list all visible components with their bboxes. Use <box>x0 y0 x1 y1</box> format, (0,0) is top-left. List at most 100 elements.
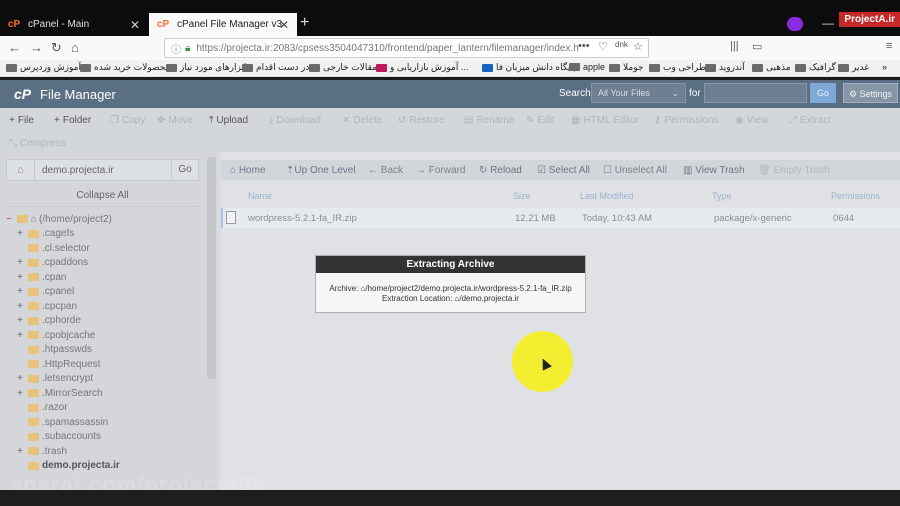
forward-arrow-icon[interactable]: → <box>30 40 43 55</box>
tree-item[interactable]: .razor <box>17 401 201 416</box>
expand-icon[interactable]: + <box>17 315 26 326</box>
home-icon[interactable]: ⌂ <box>71 40 79 55</box>
expand-icon[interactable]: + <box>17 257 26 268</box>
permissions-button[interactable]: ⚷ Permissions <box>654 115 719 126</box>
expand-icon[interactable]: + <box>17 228 26 239</box>
bookmark-item[interactable]: گرافیک <box>795 62 836 73</box>
new-file-button[interactable]: + File <box>9 115 34 126</box>
home-icon[interactable]: ⌂ <box>7 160 35 180</box>
expand-icon[interactable]: + <box>17 301 26 312</box>
expand-icon[interactable]: + <box>17 388 26 399</box>
tree-item[interactable]: .HttpRequest <box>17 357 201 372</box>
tree-item[interactable]: + .MirrorSearch <box>17 386 201 401</box>
tree-scrollbar[interactable] <box>207 157 216 379</box>
column-permissions[interactable]: Permissions <box>831 191 880 201</box>
search-go-button[interactable]: Go <box>810 83 836 103</box>
bookmark-item[interactable]: در دست اقدام <box>242 62 309 73</box>
reload-icon[interactable]: ↻ <box>51 40 62 56</box>
expand-icon[interactable]: + <box>17 272 26 283</box>
bookmark-item[interactable]: محصولات خرید شده <box>80 62 170 73</box>
more-bookmarks-icon[interactable]: » <box>882 62 887 72</box>
expand-icon[interactable]: + <box>17 330 26 341</box>
rename-button[interactable]: ▤ Rename <box>464 115 514 126</box>
view-button[interactable]: ◉ View <box>735 115 768 126</box>
bookmark-item[interactable]: مذهبی <box>752 62 791 73</box>
bookmark-item[interactable]: مقالات خارجی <box>309 62 377 73</box>
minimize-icon[interactable]: — <box>822 16 834 30</box>
home-nav-button[interactable]: ⌂ Home <box>230 165 266 176</box>
library-icon[interactable]: ||| <box>730 40 739 52</box>
tree-item[interactable]: + .cpcpan <box>17 299 201 314</box>
collapse-all-button[interactable]: Collapse All <box>6 185 199 207</box>
search-scope-select[interactable]: All Your Files ⌄ <box>591 83 686 103</box>
html-editor-button[interactable]: ▦ HTML Editor <box>571 115 639 126</box>
new-folder-button[interactable]: + Folder <box>54 115 91 126</box>
download-button[interactable]: ⤓ Download <box>269 115 321 126</box>
reload-button[interactable]: ↻ Reload <box>479 165 522 176</box>
tree-item[interactable]: + .letsencrypt <box>17 372 201 387</box>
sidebar-icon[interactable]: ▭ <box>752 40 762 53</box>
table-row[interactable]: wordpress-5.2.1-fa_IR.zip 12.21 MB Today… <box>221 208 900 228</box>
tree-item[interactable]: + .cphorde <box>17 314 201 329</box>
tree-item[interactable]: + .cpobjcache <box>17 328 201 343</box>
bookmark-star-icon[interactable]: ☆ <box>633 40 643 53</box>
copy-button[interactable]: ❐ Copy <box>110 115 145 126</box>
select-all-button[interactable]: ☑ Select All <box>537 165 590 176</box>
up-one-level-button[interactable]: ⇡Up One Level <box>286 165 356 176</box>
upload-button[interactable]: ⤒ Upload <box>209 115 248 126</box>
pocket-icon[interactable]: ♡ <box>598 40 608 53</box>
empty-trash-button[interactable]: 🗑︎ Empty Trash <box>758 165 830 176</box>
tree-item[interactable]: .htpasswds <box>17 343 201 358</box>
bookmark-item[interactable]: آموزش بازاریابی و ... <box>376 62 468 73</box>
tree-item[interactable]: + .trash <box>17 444 201 459</box>
forward-nav-button[interactable]: → Forward <box>416 165 465 176</box>
settings-button[interactable]: ⚙ Settings <box>843 83 898 103</box>
menu-icon[interactable]: ≡ <box>886 40 892 52</box>
url-bar[interactable]: ⓘ 🔒︎ https://projecta.ir:2083/cpsess3504… <box>164 38 649 58</box>
expand-icon[interactable]: + <box>17 373 26 384</box>
tree-item[interactable]: + .cpaddons <box>17 256 201 271</box>
path-input[interactable]: demo.projecta.ir <box>35 165 171 176</box>
bookmark-item[interactable]: آندروید <box>705 62 745 73</box>
tree-root[interactable]: − ⌂ (/home/project2) <box>6 212 201 227</box>
tab-cpanel-main[interactable]: cP cPanel - Main ✕ <box>0 13 148 36</box>
close-tab-icon[interactable]: ✕ <box>130 18 140 32</box>
cpanel-logo[interactable]: cP <box>14 86 31 102</box>
tree-item[interactable]: + .cagefs <box>17 227 201 242</box>
edit-button[interactable]: ✎ Edit <box>526 115 555 126</box>
back-arrow-icon[interactable]: ← <box>8 40 21 55</box>
bookmark-item[interactable]: پایگاه دانش میزبان فا <box>482 62 576 73</box>
bookmark-item[interactable]: ابزارهای مورد نیاز <box>166 62 247 73</box>
restore-button[interactable]: ↺ Restore <box>398 115 444 126</box>
path-go-button[interactable]: Go <box>171 160 198 180</box>
bookmark-item[interactable]: آموزش وردپرس <box>6 62 81 73</box>
column-type[interactable]: Type <box>712 191 732 201</box>
extract-button[interactable]: ⤢ Extract <box>789 115 831 126</box>
column-name[interactable]: Name <box>248 191 272 201</box>
tab-file-manager[interactable]: cP cPanel File Manager v3 ✕ <box>149 13 297 36</box>
compress-button[interactable]: ⤡ Compress <box>9 138 66 149</box>
bookmark-item[interactable]: apple <box>569 62 605 72</box>
page-actions-icon[interactable]: ••• <box>578 40 590 52</box>
tree-item[interactable]: .cl.selector <box>17 241 201 256</box>
tree-item[interactable]: .spamassassin <box>17 415 201 430</box>
bookmark-item[interactable]: طراحی وب <box>649 62 706 73</box>
tree-item[interactable]: .subaccounts <box>17 430 201 445</box>
column-last-modified[interactable]: Last Modified <box>580 191 634 201</box>
info-icon[interactable]: ⓘ <box>171 41 181 56</box>
unselect-all-button[interactable]: ☐ Unselect All <box>603 165 667 176</box>
view-trash-button[interactable]: ▥ View Trash <box>683 165 745 176</box>
expand-icon[interactable]: + <box>17 446 26 457</box>
bookmark-item[interactable]: جوملا <box>609 62 643 73</box>
expand-icon[interactable]: + <box>17 286 26 297</box>
collapse-icon[interactable]: − <box>6 214 15 225</box>
tree-item[interactable]: + .cpan <box>17 270 201 285</box>
new-tab-icon[interactable]: + <box>300 14 309 32</box>
tree-item[interactable]: demo.projecta.ir <box>17 459 201 474</box>
column-size[interactable]: Size <box>513 191 531 201</box>
bookmark-item[interactable]: غدیر <box>838 62 869 73</box>
search-input[interactable] <box>704 83 807 103</box>
move-button[interactable]: ✥ Move <box>157 115 193 126</box>
close-tab-icon[interactable]: ✕ <box>279 18 289 32</box>
back-nav-button[interactable]: ← Back <box>368 165 403 176</box>
